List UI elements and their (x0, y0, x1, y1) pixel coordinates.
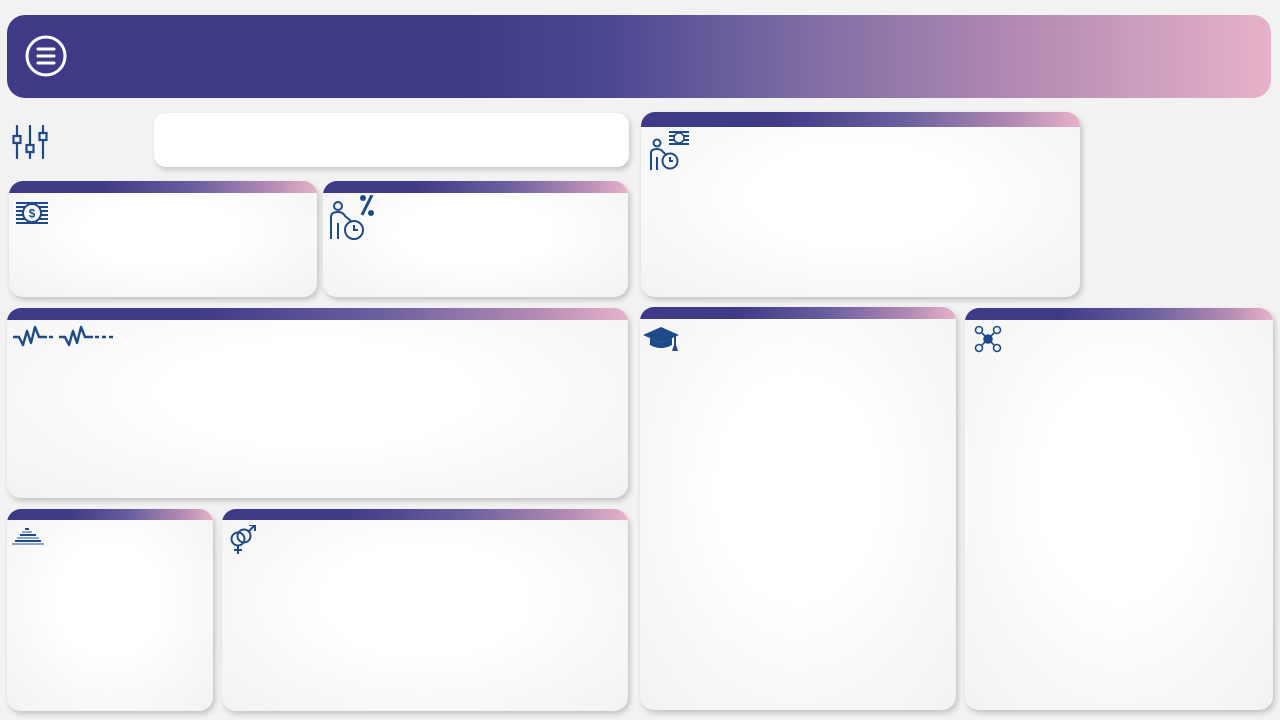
card-gender (222, 509, 628, 711)
people-network-icon (974, 325, 1002, 353)
card-band (7, 308, 628, 320)
card-pay-time (641, 112, 1080, 297)
card-band (9, 181, 317, 193)
header-bar (7, 15, 1271, 98)
worker-percent-clock-icon (328, 195, 378, 241)
card-trend (7, 308, 628, 498)
filter-slicer[interactable] (154, 113, 629, 167)
card-band (323, 181, 628, 193)
card-band (640, 307, 956, 319)
graduation-cap-icon (643, 327, 681, 351)
population-pyramid-icon (12, 528, 44, 546)
card-pyramid (7, 509, 213, 711)
card-rate (323, 181, 628, 297)
hamburger-circle-icon[interactable] (25, 35, 67, 77)
card-band (222, 509, 628, 520)
worker-money-clock-icon (649, 130, 693, 172)
heartbeat-line-icon (13, 325, 115, 349)
card-band (7, 509, 213, 520)
gender-symbol-icon (229, 525, 257, 555)
sliders-icon[interactable] (12, 124, 48, 160)
card-band (965, 308, 1273, 320)
card-income: $ (9, 181, 317, 297)
money-stack-icon: $ (16, 200, 48, 228)
svg-text:$: $ (29, 207, 36, 221)
card-band (641, 112, 1080, 127)
card-network (965, 308, 1273, 710)
card-education (640, 307, 956, 710)
